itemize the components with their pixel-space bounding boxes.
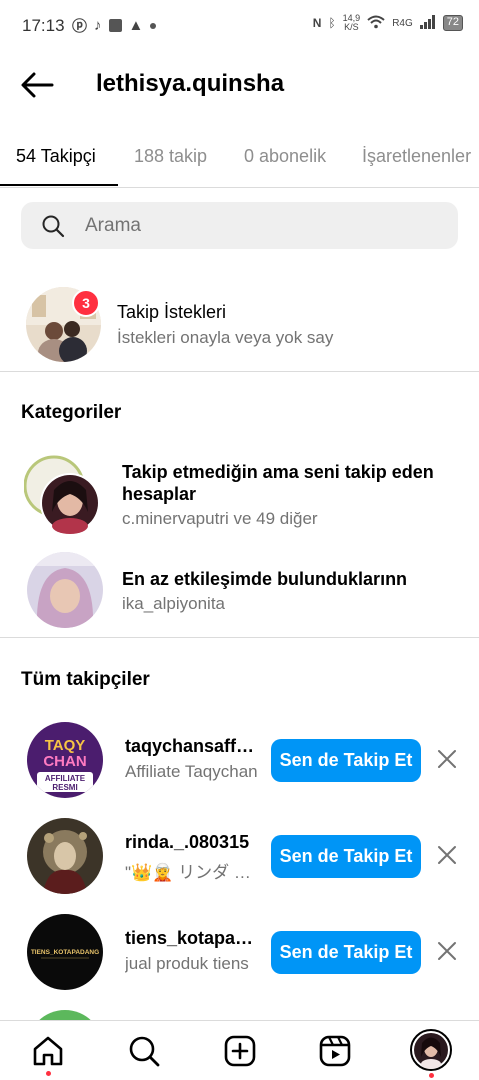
follower-username[interactable]: rinda._.080315: [125, 832, 260, 853]
follower-avatar[interactable]: [27, 818, 103, 894]
active-tab-indicator: [0, 184, 118, 186]
search-icon: [41, 214, 65, 238]
network-type: R4G: [392, 17, 413, 29]
tab-flagged[interactable]: İşaretlenenler: [362, 146, 471, 167]
follower-fullname: jual produk tiens: [125, 954, 249, 973]
profile-header: lethisya.quinsha: [0, 58, 479, 114]
category-least-interacted[interactable]: En az etkileşimde bulunduklarınn ika_alp…: [0, 550, 479, 630]
follow-requests-row[interactable]: 3 Takip İstekleri İstekleri onayla veya …: [0, 283, 479, 371]
status-time: 17:13: [22, 16, 65, 35]
signal-icon: [419, 14, 436, 32]
follow-requests-title: Takip İstekleri: [117, 302, 227, 322]
status-left-icons: ⓟ ♪ ▲: [72, 15, 157, 36]
home-notification-dot: [46, 1071, 51, 1076]
wifi-icon: [367, 15, 385, 32]
svg-text:CHAN: CHAN: [43, 753, 86, 770]
nfc-icon: N: [312, 16, 322, 30]
svg-text:TAQY: TAQY: [45, 737, 86, 754]
profile-avatar[interactable]: [410, 1029, 452, 1071]
follow-request-count-badge: 3: [72, 289, 100, 317]
category-title: En az etkileşimde bulunduklarınn: [122, 569, 408, 589]
category-subtitle: ika_alpiyonita: [122, 594, 226, 613]
create-icon[interactable]: [222, 1033, 258, 1069]
reels-icon[interactable]: [317, 1033, 353, 1069]
category-title: Takip etmediğin ama seni takip eden hesa…: [122, 462, 434, 504]
follow-tabs: 54 Takipçi 188 takip 0 abonelik İşaretle…: [0, 140, 479, 188]
follow-back-button[interactable]: Sen de Takip Et: [271, 835, 421, 878]
remove-follower-close-icon[interactable]: [436, 844, 458, 866]
follower-avatar[interactable]: TIENS_KOTAPADANG: [27, 914, 103, 990]
status-bar: 17:13 ⓟ ♪ ▲ N ᛒ 14,9 K/S R4G 72: [0, 0, 479, 52]
profile-notification-dot: [429, 1073, 434, 1078]
follower-row: rinda._.080315 "👑🧝 リンダ ✨" Sen de Takip E…: [0, 818, 479, 908]
follow-back-button[interactable]: Sen de Takip Et: [271, 931, 421, 974]
divider: [0, 637, 479, 638]
follower-avatar[interactable]: TAQY CHAN AFFILIATE RESMI: [27, 722, 103, 798]
follower-fullname: "👑🧝 リンダ ✨": [125, 863, 260, 882]
remove-follower-close-icon[interactable]: [436, 940, 458, 962]
remove-follower-close-icon[interactable]: [436, 748, 458, 770]
all-followers-heading: Tüm takipçiler: [21, 669, 150, 690]
category-not-followed-back[interactable]: Takip etmediğin ama seni takip eden hesa…: [0, 450, 479, 540]
search-icon[interactable]: [126, 1033, 162, 1069]
follow-requests-subtitle: İstekleri onayla veya yok say: [117, 328, 334, 347]
battery-icon: 72: [442, 15, 463, 31]
follower-username[interactable]: tiens_kotapadang: [125, 928, 260, 949]
svg-text:AFFILIATE: AFFILIATE: [45, 774, 86, 783]
app-square-icon: [108, 19, 122, 32]
back-arrow-icon[interactable]: [20, 70, 54, 100]
follower-row: TIENS_KOTAPADANG tiens_kotapadang jual p…: [0, 914, 479, 1004]
tab-followers[interactable]: 54 Takipçi: [16, 146, 96, 167]
category-avatar: [27, 552, 103, 628]
svg-text:TIENS_KOTAPADANG: TIENS_KOTAPADANG: [31, 949, 99, 956]
tab-following[interactable]: 188 takip: [134, 146, 207, 167]
notification-p-icon: ⓟ: [72, 18, 88, 35]
warning-icon: ▲: [128, 17, 144, 34]
follow-back-button[interactable]: Sen de Takip Et: [271, 739, 421, 782]
category-avatar-stack: [23, 454, 104, 534]
more-notifications-icon: [150, 22, 157, 29]
svg-text:RESMI: RESMI: [52, 783, 77, 792]
search-input[interactable]: [85, 202, 445, 249]
follower-username[interactable]: taqychansaffrespmi: [125, 736, 260, 757]
tiktok-icon: ♪: [94, 17, 102, 34]
page-title-username: lethisya.quinsha: [96, 70, 285, 97]
follower-fullname: Affiliate Taqychan: [125, 762, 258, 781]
status-right-icons: N ᛒ 14,9 K/S R4G 72: [313, 14, 463, 32]
network-speed: 14,9 K/S: [342, 13, 361, 32]
categories-heading: Kategoriler: [21, 402, 122, 423]
search-bar: [21, 202, 458, 249]
bottom-navigation: [0, 1020, 479, 1080]
follower-row: TAQY CHAN AFFILIATE RESMI taqychansaffre…: [0, 722, 479, 812]
bluetooth-icon: ᛒ: [328, 16, 336, 30]
home-icon[interactable]: [30, 1033, 66, 1069]
category-subtitle: c.minervaputri ve 49 diğer: [122, 509, 318, 528]
divider: [0, 371, 479, 372]
tab-subscriptions[interactable]: 0 abonelik: [244, 146, 326, 167]
